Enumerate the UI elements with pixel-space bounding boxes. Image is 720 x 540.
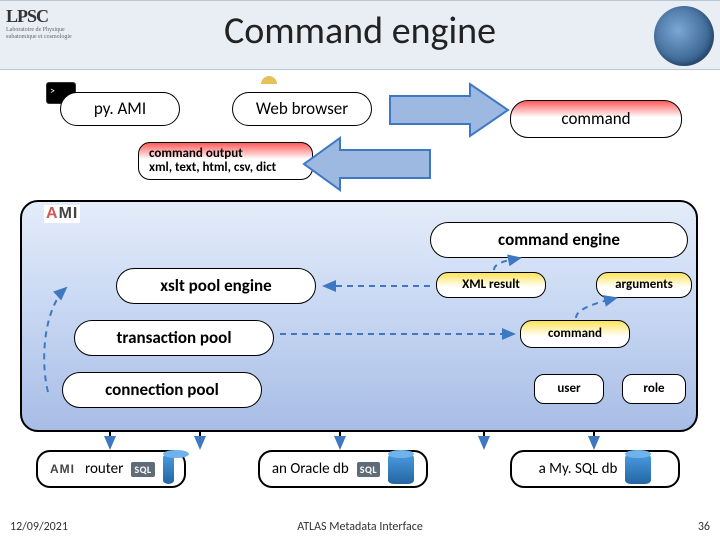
command-engine-label: command engine bbox=[498, 231, 620, 250]
user-label: user bbox=[557, 382, 580, 396]
sql-badge-2: SQL bbox=[357, 462, 380, 477]
arguments-label: arguments bbox=[615, 278, 673, 292]
xml-result-label: XML result bbox=[462, 278, 520, 292]
sql-badge-1: SQL bbox=[131, 462, 154, 477]
db-icon-2 bbox=[388, 454, 414, 484]
mysql-label: a My. SQL db bbox=[539, 460, 618, 478]
slide-title: Command engine bbox=[0, 8, 720, 54]
db-icon-3 bbox=[625, 454, 651, 484]
slide: LPSC Laboratoire de Physique subatomique… bbox=[0, 0, 720, 540]
command-box: command bbox=[520, 320, 630, 348]
oracle-label: an Oracle db bbox=[272, 460, 349, 478]
router-box: AMI router SQL bbox=[36, 450, 186, 488]
web-browser-box: Web browser bbox=[232, 92, 372, 126]
db-icon-1 bbox=[163, 454, 174, 484]
xslt-box: xslt pool engine bbox=[116, 268, 316, 304]
pyami-box: py. AMI bbox=[60, 92, 180, 126]
pyami-label: py. AMI bbox=[94, 100, 146, 119]
xml-result-box: XML result bbox=[436, 272, 546, 298]
user-box: user bbox=[534, 374, 604, 404]
ami-logo-small: AMI bbox=[48, 462, 77, 476]
router-label: router bbox=[85, 460, 123, 478]
command-in-label: command bbox=[561, 110, 630, 129]
footer-page: 36 bbox=[698, 520, 710, 534]
role-box: role bbox=[622, 374, 686, 404]
arguments-box: arguments bbox=[596, 272, 692, 298]
command-output-box: command output xml, text, html, csv, dic… bbox=[138, 142, 313, 180]
command-in-box: command bbox=[510, 100, 682, 138]
command-output-label: command output xml, text, html, csv, dic… bbox=[149, 147, 276, 176]
ami-logo: AMI bbox=[44, 205, 80, 223]
command-label: command bbox=[548, 327, 602, 341]
transaction-box: transaction pool bbox=[74, 320, 274, 356]
command-engine-box: command engine bbox=[430, 222, 688, 258]
atlas-logo bbox=[654, 6, 714, 66]
web-browser-label: Web browser bbox=[256, 100, 348, 119]
mysql-box: a My. SQL db bbox=[510, 450, 680, 488]
footer-center: ATLAS Metadata Interface bbox=[0, 520, 720, 534]
connection-box: connection pool bbox=[62, 372, 262, 408]
transaction-label: transaction pool bbox=[117, 329, 232, 348]
oracle-box: an Oracle db SQL bbox=[258, 450, 428, 488]
role-label: role bbox=[643, 382, 664, 396]
connection-label: connection pool bbox=[105, 381, 219, 400]
xslt-label: xslt pool engine bbox=[160, 277, 271, 296]
